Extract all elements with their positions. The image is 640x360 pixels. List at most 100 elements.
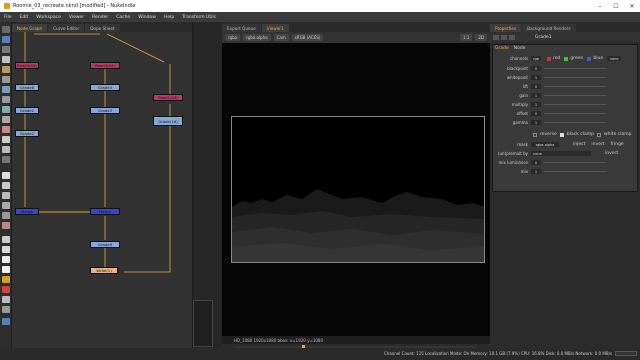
mix-luminance-slider[interactable]	[544, 162, 606, 163]
warp-tool-icon[interactable]	[2, 286, 10, 293]
gamma-slider[interactable]	[544, 122, 606, 123]
node-name-field[interactable]: Grade1	[535, 35, 552, 40]
multiply-field[interactable]: 1	[531, 102, 541, 107]
menu-help[interactable]: Help	[160, 15, 178, 20]
script-tool-icon[interactable]	[2, 256, 10, 263]
filter-tool-icon[interactable]	[2, 76, 10, 83]
tab-export-queue[interactable]: Export Queue	[222, 24, 261, 32]
multiply-slider[interactable]	[544, 104, 606, 105]
close-button[interactable]: ✕	[624, 0, 640, 12]
clear-panels-icon[interactable]	[509, 34, 515, 40]
node-grade2[interactable]: Grade3	[90, 84, 120, 91]
reverse-checkbox[interactable]	[533, 132, 537, 137]
air-tool-icon[interactable]	[2, 212, 10, 219]
max-panels-icon[interactable]	[501, 34, 507, 40]
settings-tool-icon[interactable]	[2, 318, 10, 325]
blackpoint-slider[interactable]	[544, 68, 606, 69]
node-grade3[interactable]: Grade(16)	[153, 116, 183, 126]
color-tool-icon[interactable]	[2, 66, 10, 73]
node-read1[interactable]: Read3(04)	[15, 62, 39, 69]
mix-field[interactable]: 1	[531, 169, 541, 174]
blackpoint-field[interactable]: 0	[531, 66, 541, 71]
mix-luminance-field[interactable]: 0	[531, 160, 541, 165]
layer-dropdown[interactable]: rgba.alpha	[243, 34, 271, 41]
maximize-button[interactable]: ☐	[608, 0, 624, 12]
lock-icon[interactable]	[493, 34, 499, 40]
misc-tool-icon[interactable]	[2, 236, 10, 243]
lift-slider[interactable]	[544, 86, 606, 87]
red-check[interactable]	[547, 56, 551, 61]
gain-slider[interactable]	[544, 95, 606, 96]
time-tool-icon[interactable]	[2, 46, 10, 53]
channels-dropdown[interactable]: rgba	[225, 34, 241, 41]
menu-workspace[interactable]: Workspace	[32, 15, 65, 20]
blue-check[interactable]	[587, 56, 592, 61]
invert-checkbox[interactable]: invert	[591, 142, 604, 147]
image-tool-icon[interactable]	[2, 26, 10, 33]
node-graph-panel[interactable]: Node Graph Curve Editor Dope Sheet Read3…	[12, 22, 192, 360]
cara-tool-icon[interactable]	[2, 202, 10, 209]
channel-tool-icon[interactable]	[2, 56, 10, 63]
tab-node-graph[interactable]: Node Graph	[12, 24, 48, 32]
whitepoint-field[interactable]: 1	[531, 75, 541, 80]
offset-slider[interactable]	[544, 113, 606, 114]
tab-curve-editor[interactable]: Curve Editor	[48, 24, 85, 32]
white-clamp-checkbox[interactable]	[597, 132, 602, 137]
gain-field[interactable]: 1	[531, 93, 541, 98]
minimize-button[interactable]: –	[592, 0, 608, 12]
minimap[interactable]	[193, 300, 213, 347]
node-merge1[interactable]: Merge	[15, 208, 39, 215]
user-tool-icon[interactable]	[2, 246, 10, 253]
viewer-canvas[interactable]	[222, 43, 490, 336]
node-read3[interactable]: Read1(04)	[153, 94, 183, 101]
paint-tool-icon[interactable]	[2, 296, 10, 303]
metadata-tool-icon[interactable]	[2, 136, 10, 143]
alpha-dropdown[interactable]: none	[607, 56, 622, 61]
black-clamp-checkbox[interactable]	[559, 132, 564, 137]
node-grade-lower[interactable]: Grade2	[15, 130, 39, 137]
lut-dropdown[interactable]: sRGB (ACES)	[291, 34, 324, 41]
gizmo-tool-icon[interactable]	[2, 172, 10, 179]
node-read2[interactable]: Read3(04)	[90, 62, 120, 69]
3d-tool-icon[interactable]	[2, 116, 10, 123]
node-grade2b[interactable]: Grade3	[90, 107, 120, 114]
keyer-tool-icon[interactable]	[2, 86, 10, 93]
geo-tool-icon[interactable]	[2, 276, 10, 283]
views-tool-icon[interactable]	[2, 126, 10, 133]
other-tool-icon[interactable]	[2, 156, 10, 163]
subtab-grade[interactable]: Grade	[495, 46, 509, 51]
inject-checkbox[interactable]: inject	[573, 142, 585, 147]
gamma-field[interactable]: 1	[531, 120, 541, 125]
tab-viewer1[interactable]: Viewer1	[261, 24, 289, 32]
particle-tool-icon[interactable]	[2, 182, 10, 189]
node-grade5[interactable]: Grade9	[90, 241, 120, 248]
deep-tool-icon[interactable]	[2, 192, 10, 199]
offset-field[interactable]: 0	[531, 111, 541, 116]
menu-edit[interactable]: Edit	[16, 15, 33, 20]
fringe-checkbox[interactable]: fringe	[611, 142, 624, 147]
cache-tool-icon[interactable]	[2, 306, 10, 313]
menu-transform-utils[interactable]: Transform Utils	[178, 15, 220, 20]
zoom-dropdown[interactable]: 1:1	[459, 34, 473, 41]
viewer-panel[interactable]: Export Queue Viewer1 rgba rgba.alpha Cam…	[222, 22, 490, 360]
green-check[interactable]	[564, 56, 569, 61]
tab-dope-sheet[interactable]: Dope Sheet	[85, 24, 120, 32]
subtab-node[interactable]: Node	[514, 46, 526, 51]
mask-dropdown[interactable]: rgba.alpha	[531, 142, 559, 147]
proxy-dropdown[interactable]: 2D	[475, 34, 487, 41]
draw-tool-icon[interactable]	[2, 36, 10, 43]
whitepoint-slider[interactable]	[544, 77, 606, 78]
node-grade1[interactable]: Grade6	[15, 84, 39, 91]
lift-field[interactable]: 0	[531, 84, 541, 89]
light-tool-icon[interactable]	[2, 266, 10, 273]
menu-cache[interactable]: Cache	[112, 15, 134, 20]
merge-tool-icon[interactable]	[2, 96, 10, 103]
menu-viewer[interactable]: Viewer	[65, 15, 88, 20]
mix-slider[interactable]	[544, 171, 606, 172]
node-grade4[interactable]: Grade2	[15, 107, 39, 114]
menu-render[interactable]: Render	[88, 15, 112, 20]
toolsets-tool-icon[interactable]	[2, 146, 10, 153]
menu-window[interactable]: Window	[134, 15, 160, 20]
tab-properties[interactable]: Properties	[490, 24, 522, 32]
unpremult-dropdown[interactable]: none	[531, 151, 591, 156]
